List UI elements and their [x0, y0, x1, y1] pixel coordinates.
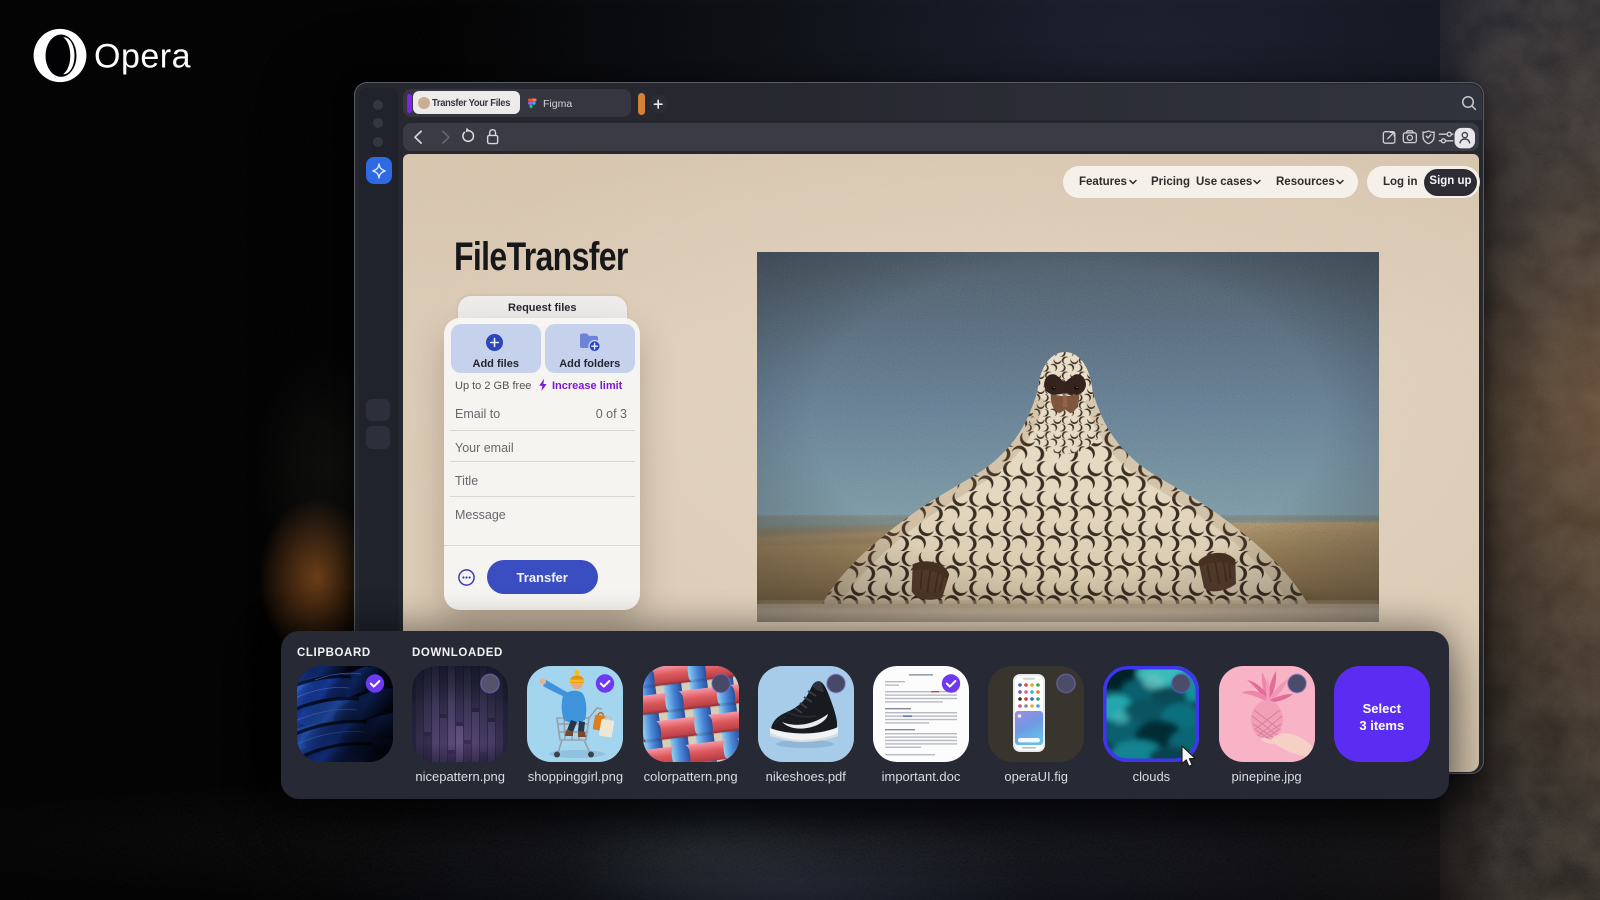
svg-text:Opera: Opera [94, 38, 191, 76]
